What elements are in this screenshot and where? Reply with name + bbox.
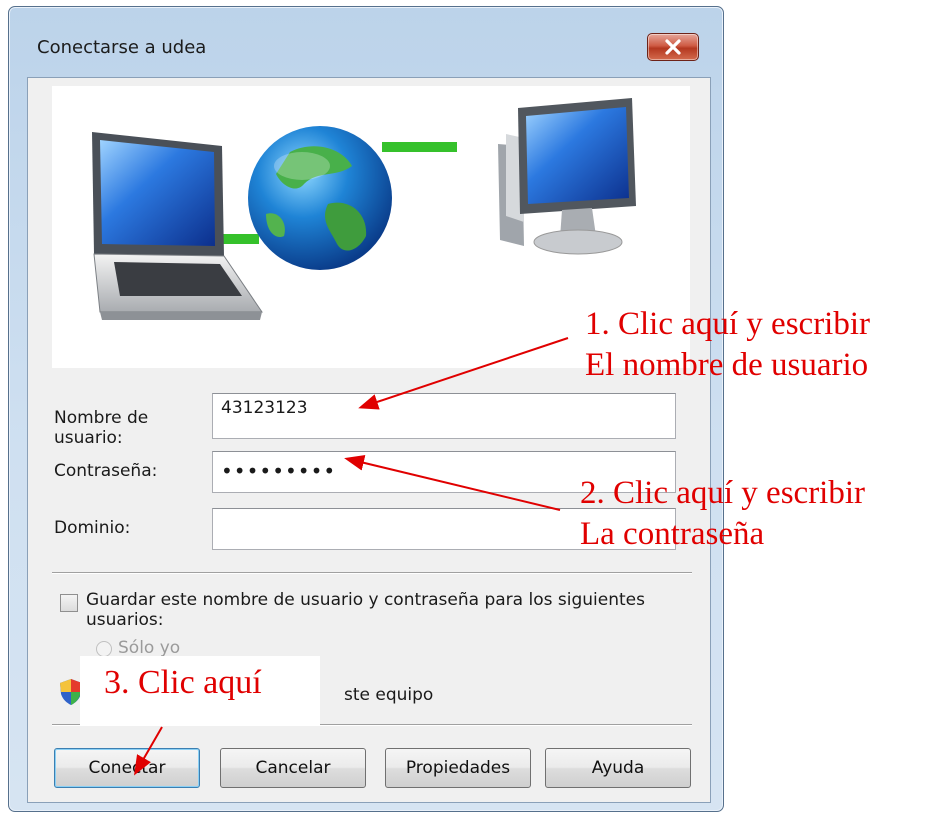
step3-arrow — [133, 726, 163, 776]
annotation-arrows — [133, 337, 569, 776]
step1-arrow — [358, 337, 569, 410]
step2-arrow — [344, 454, 561, 511]
